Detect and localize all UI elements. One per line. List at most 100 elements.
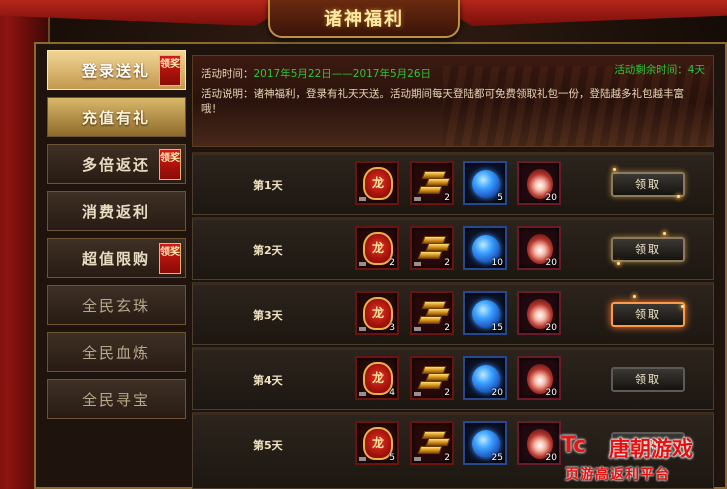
game-window: 诸神福利 登录送礼 领奖 充值有礼 多倍返还 领奖 消费返利 超值限购 领奖 全… (0, 0, 727, 489)
event-info-panel: 活动时间：2017年5月22日——2017年5月26日 活动剩余时间：4天 活动… (192, 55, 714, 147)
day-label: 第5天 (253, 439, 283, 452)
claim-button[interactable]: 领取 (611, 302, 685, 327)
reward-slot[interactable]: 龙5 (355, 421, 399, 465)
watermark-name: 唐朝游戏 (609, 437, 693, 461)
reward-slot[interactable]: 20 (517, 356, 561, 400)
event-time-value: 2017年5月22日——2017年5月26日 (253, 68, 432, 80)
reward-slot[interactable]: 龙4 (355, 356, 399, 400)
day-row-3: 第3天 龙3 2 15 20 领取 (192, 282, 714, 345)
claim-button[interactable]: 领取 (611, 172, 685, 197)
sidebar-item-label: 充值有礼 (82, 108, 151, 127)
day-row-2: 第2天 龙2 2 10 20 领取 (192, 217, 714, 280)
watermark-slogan: 页游高返利平台 (565, 467, 670, 483)
bind-lock-icon (414, 197, 421, 201)
sparkle (617, 262, 620, 265)
sparkle (677, 195, 680, 198)
reward-slot[interactable]: 2 (410, 226, 454, 270)
reward-slot[interactable]: 龙 (355, 161, 399, 205)
bind-lock-icon (414, 327, 421, 331)
red-ribbon-top-right (427, 0, 727, 26)
reward-slot[interactable]: 20 (517, 291, 561, 335)
bind-lock-icon (414, 262, 421, 266)
item-count: 20 (545, 453, 557, 463)
day-label: 第4天 (253, 374, 283, 387)
reward-slot[interactable]: 龙3 (355, 291, 399, 335)
item-count: 25 (491, 453, 503, 463)
day-label: 第3天 (253, 309, 283, 322)
reward-slot[interactable]: 15 (463, 291, 507, 335)
event-description: 活动说明：诸神福利，登录有礼天天送。活动期间每天登陆都可免费领取礼包一份，登陆越… (201, 88, 684, 115)
sidebar-item-label: 全民寻宝 (82, 390, 151, 409)
bind-lock-icon (359, 327, 366, 331)
bind-lock-icon (359, 457, 366, 461)
sidebar-item-label: 多倍返还 (82, 155, 151, 174)
sidebar-item-label: 全民血炼 (82, 343, 151, 362)
item-count: 15 (491, 323, 503, 333)
reward-badge: 领奖 (159, 149, 181, 180)
reward-slot[interactable]: 20 (517, 421, 561, 465)
item-count: 2 (389, 258, 395, 268)
sidebar-item-spend-rebate[interactable]: 消费返利 (47, 191, 186, 231)
reward-slot[interactable]: 5 (463, 161, 507, 205)
sparkle (663, 232, 666, 235)
reward-slot[interactable]: 2 (410, 161, 454, 205)
item-count: 2 (444, 258, 450, 268)
item-count: 20 (545, 323, 557, 333)
item-count: 3 (389, 323, 395, 333)
reward-slot[interactable]: 20 (517, 226, 561, 270)
item-count: 20 (545, 258, 557, 268)
reward-slot[interactable]: 20 (517, 161, 561, 205)
item-count: 20 (491, 388, 503, 398)
sparkle (681, 305, 684, 308)
item-count: 10 (491, 258, 503, 268)
sidebar-item-label: 登录送礼 (82, 61, 151, 80)
bind-lock-icon (359, 262, 366, 266)
item-count: 2 (444, 323, 450, 333)
blue-orb-icon (472, 170, 500, 198)
item-count: 5 (497, 193, 503, 203)
item-count: 5 (389, 453, 395, 463)
sidebar-item-label: 消费返利 (82, 202, 151, 221)
item-count: 2 (444, 453, 450, 463)
bind-lock-icon (359, 197, 366, 201)
sidebar: 登录送礼 领奖 充值有礼 多倍返还 领奖 消费返利 超值限购 领奖 全民玄珠 全… (47, 50, 189, 426)
event-time: 活动时间：2017年5月22日——2017年5月26日 (201, 66, 431, 81)
red-seal-icon: 龙 (363, 167, 393, 200)
reward-slot[interactable]: 10 (463, 226, 507, 270)
sparkle (633, 295, 636, 298)
reward-slot[interactable]: 2 (410, 421, 454, 465)
sidebar-item-multi-return[interactable]: 多倍返还 领奖 (47, 144, 186, 184)
sidebar-item-limited-purchase[interactable]: 超值限购 领奖 (47, 238, 186, 278)
event-remaining: 活动剩余时间：4天 (614, 64, 705, 76)
claim-button[interactable]: 领取 (611, 367, 685, 392)
claim-button[interactable]: 领取 (611, 237, 685, 262)
watermark-logo: Tc (561, 433, 587, 458)
title-plate: 诸神福利 (268, 0, 460, 38)
sidebar-item-xuelian[interactable]: 全民血炼 (47, 332, 186, 372)
reward-slot[interactable]: 2 (410, 291, 454, 335)
reward-badge: 领奖 (159, 243, 181, 274)
sidebar-item-label: 全民玄珠 (82, 296, 151, 315)
bind-lock-icon (414, 457, 421, 461)
sidebar-item-recharge-gift[interactable]: 充值有礼 (47, 97, 186, 137)
item-count: 2 (444, 388, 450, 398)
item-count: 20 (545, 193, 557, 203)
sidebar-item-label: 超值限购 (82, 249, 151, 268)
sidebar-item-treasure-hunt[interactable]: 全民寻宝 (47, 379, 186, 419)
bind-lock-icon (414, 392, 421, 396)
sidebar-item-xuanzhu[interactable]: 全民玄珠 (47, 285, 186, 325)
reward-slot[interactable]: 25 (463, 421, 507, 465)
reward-slot[interactable]: 20 (463, 356, 507, 400)
sidebar-item-login-gift[interactable]: 登录送礼 领奖 (47, 50, 186, 90)
reward-slot[interactable]: 2 (410, 356, 454, 400)
item-count: 4 (389, 388, 395, 398)
bind-lock-icon (359, 392, 366, 396)
event-time-label: 活动时间： (201, 68, 254, 80)
day-row-4: 第4天 龙4 2 20 20 领取 (192, 347, 714, 410)
sparkle (613, 168, 616, 171)
reward-badge: 领奖 (159, 55, 181, 86)
reward-slot[interactable]: 龙2 (355, 226, 399, 270)
watermark: Tc 唐朝游戏 页游高返利平台 (561, 427, 727, 489)
page-title: 诸神福利 (324, 9, 404, 30)
day-label: 第2天 (253, 244, 283, 257)
